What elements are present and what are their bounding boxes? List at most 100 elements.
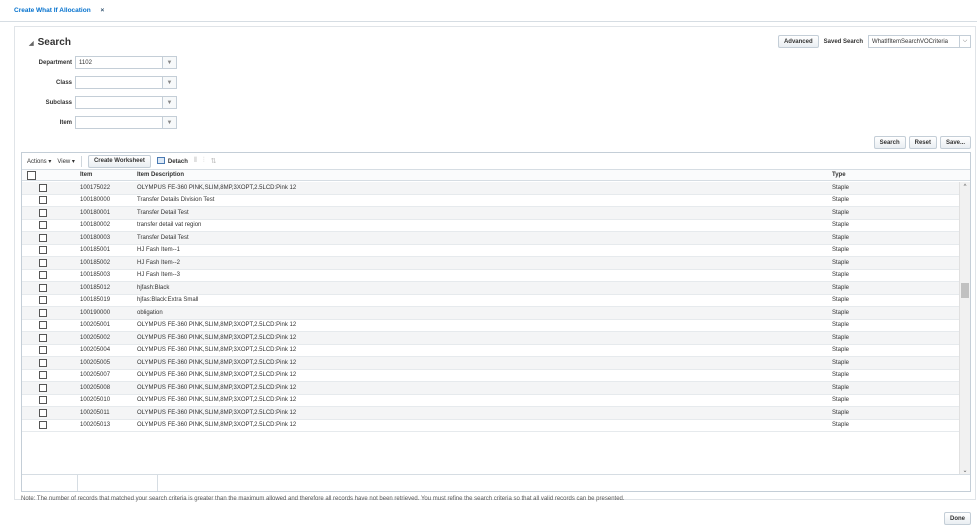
table-row[interactable]: 100205010 OLYMPUS FE-360 PINK,SLIM,8MP,3X…	[22, 395, 960, 407]
footer-cell	[78, 475, 158, 491]
header-item-description[interactable]: Item Description	[137, 172, 832, 178]
tab-bar: Create What If Allocation ×	[0, 0, 977, 22]
row-checkbox[interactable]	[39, 333, 47, 342]
dropdown-arrow-icon[interactable]: ▼	[163, 96, 177, 109]
cell-type: Staple	[832, 409, 850, 416]
subclass-input[interactable]	[75, 96, 163, 109]
tab-title[interactable]: Create What If Allocation	[14, 7, 91, 14]
row-checkbox[interactable]	[39, 321, 47, 330]
table-row[interactable]: 100190000 obligation Staple	[22, 307, 960, 320]
cell-item: 100205008	[80, 384, 111, 391]
table-row[interactable]: 100175022 OLYMPUS FE-360 PINK,SLIM,8MP,3X…	[22, 182, 960, 195]
cell-item: 100180001	[80, 209, 111, 216]
row-select-cell	[22, 258, 78, 267]
row-select-cell	[22, 383, 78, 392]
row-select-cell	[22, 408, 78, 417]
close-tab-icon[interactable]: ×	[101, 7, 105, 14]
table-row[interactable]: 100185001 HJ Fash Item--1 Staple	[22, 245, 960, 257]
freeze-icon[interactable]: ⫴	[194, 157, 197, 165]
cell-item-description: OLYMPUS FE-360 PINK,SLIM,8MP,3XOPT,2.5LC…	[137, 359, 297, 366]
row-checkbox[interactable]	[39, 283, 47, 292]
table-row[interactable]: 100180002 transfer detail vat region Stapl…	[22, 220, 960, 232]
row-checkbox[interactable]	[39, 408, 47, 417]
chevron-down-icon[interactable]: ⌵	[959, 36, 970, 47]
table-row[interactable]: 100180000 Transfer Details Division Test S…	[22, 195, 960, 207]
dropdown-arrow-icon[interactable]: ▼	[163, 116, 177, 129]
cell-type: Staple	[832, 184, 850, 191]
reorder-columns-icon[interactable]: ⇅	[211, 157, 217, 165]
table-row[interactable]: 100205008 OLYMPUS FE-360 PINK,SLIM,8MP,3X…	[22, 382, 960, 395]
table-row[interactable]: 100205011 OLYMPUS FE-360 PINK,SLIM,8MP,3X…	[22, 407, 960, 420]
collapse-triangle-icon[interactable]: ◢	[29, 41, 34, 47]
view-menu[interactable]: View ▾	[57, 158, 75, 165]
row-checkbox[interactable]	[39, 233, 47, 242]
table-row[interactable]: 100205007 OLYMPUS FE-360 PINK,SLIM,8MP,3X…	[22, 370, 960, 382]
row-checkbox[interactable]	[39, 258, 47, 267]
create-worksheet-button[interactable]: Create Worksheet	[87, 154, 151, 168]
scroll-up-icon[interactable]: ^	[960, 182, 970, 192]
cell-type: Staple	[832, 247, 850, 254]
wrap-icon[interactable]: ⫶	[203, 157, 205, 165]
scrollbar-thumb[interactable]	[961, 283, 969, 298]
cell-item: 100185003	[80, 272, 111, 279]
advanced-button[interactable]: Advanced	[777, 35, 819, 48]
table-row[interactable]: 100205002 OLYMPUS FE-360 PINK,SLIM,8MP,3X…	[22, 332, 960, 345]
vertical-scrollbar[interactable]: ^ ⌄	[959, 182, 970, 475]
row-checkbox[interactable]	[39, 296, 47, 305]
header-type[interactable]: Type	[832, 172, 952, 178]
table-row[interactable]: 100180001 Transfer Detail Test Staple	[22, 207, 960, 220]
class-input[interactable]	[75, 76, 163, 89]
cell-item: 100205002	[80, 334, 111, 341]
table-row[interactable]: 100185019 hjfas:Black:Extra Small Staple	[22, 295, 960, 307]
row-checkbox[interactable]	[39, 271, 47, 280]
table-row[interactable]: 100185002 HJ Fash Item--2 Staple	[22, 257, 960, 270]
row-checkbox[interactable]	[39, 208, 47, 217]
cell-item: 100205001	[80, 322, 111, 329]
row-checkbox[interactable]	[39, 308, 47, 317]
cell-item: 100185002	[80, 259, 111, 266]
search-header[interactable]: ◢ Search	[29, 37, 71, 48]
row-checkbox[interactable]	[39, 396, 47, 405]
department-row: Department 1102 ▼	[15, 56, 177, 69]
table-row[interactable]: 100185012 hjfash:Black Staple	[22, 282, 960, 295]
table-row[interactable]: 100185003 HJ Fash Item--3 Staple	[22, 270, 960, 282]
search-button[interactable]: Search	[873, 136, 906, 149]
actions-menu[interactable]: Actions ▾	[27, 158, 51, 165]
table-row[interactable]: 100205004 OLYMPUS FE-360 PINK,SLIM,8MP,3X…	[22, 345, 960, 357]
cell-item-description: OLYMPUS FE-360 PINK,SLIM,8MP,3XOPT,2.5LC…	[137, 409, 297, 416]
dropdown-arrow-icon[interactable]: ▼	[163, 76, 177, 89]
row-checkbox[interactable]	[39, 246, 47, 255]
select-all-checkbox[interactable]	[27, 170, 36, 180]
table-body: 100175022 OLYMPUS FE-360 PINK,SLIM,8MP,3X…	[22, 182, 960, 475]
row-checkbox[interactable]	[39, 421, 47, 430]
row-checkbox[interactable]	[39, 383, 47, 392]
cell-item-description: OLYMPUS FE-360 PINK,SLIM,8MP,3XOPT,2.5LC…	[137, 422, 297, 429]
row-checkbox[interactable]	[39, 183, 47, 192]
table-header: Item Item Description Type	[22, 170, 970, 181]
detach-button[interactable]: Detach	[156, 157, 188, 165]
row-checkbox[interactable]	[39, 358, 47, 367]
table-row[interactable]: 100205013 OLYMPUS FE-360 PINK,SLIM,8MP,3X…	[22, 420, 960, 432]
dropdown-arrow-icon[interactable]: ▼	[163, 56, 177, 69]
save-button[interactable]: Save...	[939, 136, 971, 149]
department-input[interactable]: 1102	[75, 56, 163, 69]
row-checkbox[interactable]	[39, 196, 47, 205]
item-input[interactable]	[75, 116, 163, 129]
done-button[interactable]: Done	[944, 512, 971, 525]
cell-type: Staple	[832, 372, 850, 379]
row-select-cell	[22, 221, 78, 230]
tab-create-what-if-allocation[interactable]: Create What If Allocation ×	[14, 7, 104, 20]
saved-search-select[interactable]: WhatIfItemSearchVOCriteria ⌵	[868, 35, 971, 48]
cell-type: Staple	[832, 259, 850, 266]
cell-item-description: Transfer Detail Test	[137, 234, 189, 241]
row-checkbox[interactable]	[39, 346, 47, 355]
table-row[interactable]: 100205001 OLYMPUS FE-360 PINK,SLIM,8MP,3X…	[22, 320, 960, 332]
header-item[interactable]: Item	[78, 172, 137, 178]
cell-item: 100185012	[80, 284, 111, 291]
reset-button[interactable]: Reset	[908, 136, 937, 149]
table-row[interactable]: 100180003 Transfer Detail Test Staple	[22, 232, 960, 245]
row-checkbox[interactable]	[39, 221, 47, 230]
row-checkbox[interactable]	[39, 371, 47, 380]
table-row[interactable]: 100205005 OLYMPUS FE-360 PINK,SLIM,8MP,3X…	[22, 357, 960, 370]
search-panel: ◢ Search Advanced Saved Search WhatIfItem…	[14, 26, 976, 502]
